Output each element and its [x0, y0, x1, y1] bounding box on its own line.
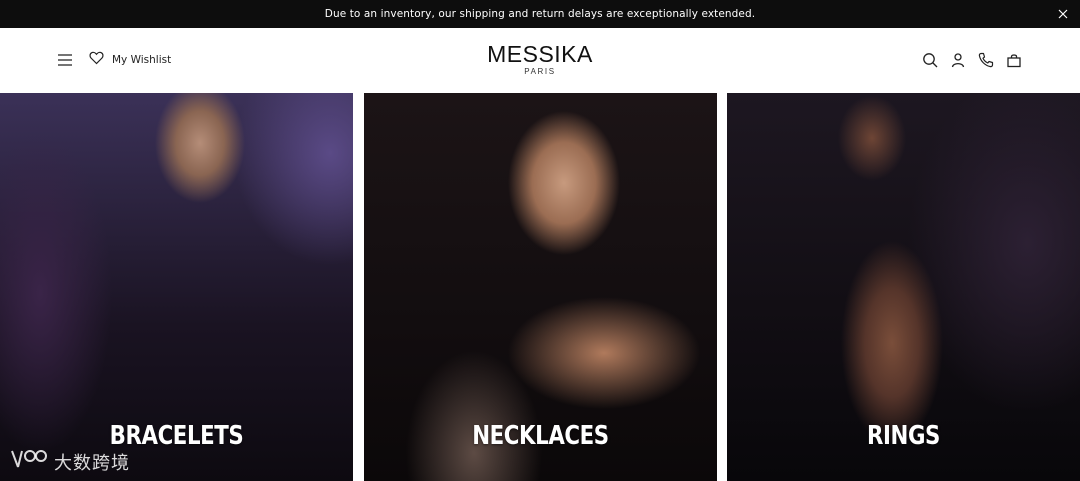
header-actions	[921, 51, 1022, 69]
close-icon[interactable]	[1054, 5, 1072, 23]
category-grid: BRACELETS NECKLACES RINGS	[0, 93, 1080, 481]
search-icon[interactable]	[921, 51, 938, 69]
watermark-text: 大数跨境	[54, 452, 130, 474]
brand-logo[interactable]: MESSIKA PARIS	[470, 42, 610, 77]
category-card-rings[interactable]: RINGS	[727, 93, 1080, 481]
logo-wordmark: MESSIKA	[487, 41, 593, 67]
heart-icon	[89, 51, 104, 70]
logo-subtitle: PARIS	[524, 67, 556, 76]
phone-icon[interactable]	[977, 51, 994, 69]
wishlist-label: My Wishlist	[112, 54, 172, 66]
category-card-necklaces[interactable]: NECKLACES	[364, 93, 717, 481]
account-icon[interactable]	[949, 51, 966, 69]
category-label: NECKLACES	[472, 421, 609, 451]
wishlist-link[interactable]: My Wishlist	[89, 50, 171, 70]
site-header: My Wishlist MESSIKA PARIS	[0, 28, 1080, 93]
watermark: 大数跨境	[10, 447, 130, 476]
bag-icon[interactable]	[1005, 51, 1022, 69]
announcement-text: Due to an inventory, our shipping and re…	[324, 8, 756, 20]
category-label: RINGS	[866, 421, 941, 451]
category-card-bracelets[interactable]: BRACELETS	[0, 93, 353, 481]
hamburger-icon[interactable]	[56, 51, 74, 69]
watermark-logo-icon	[10, 447, 50, 476]
announcement-bar: Due to an inventory, our shipping and re…	[0, 0, 1080, 28]
